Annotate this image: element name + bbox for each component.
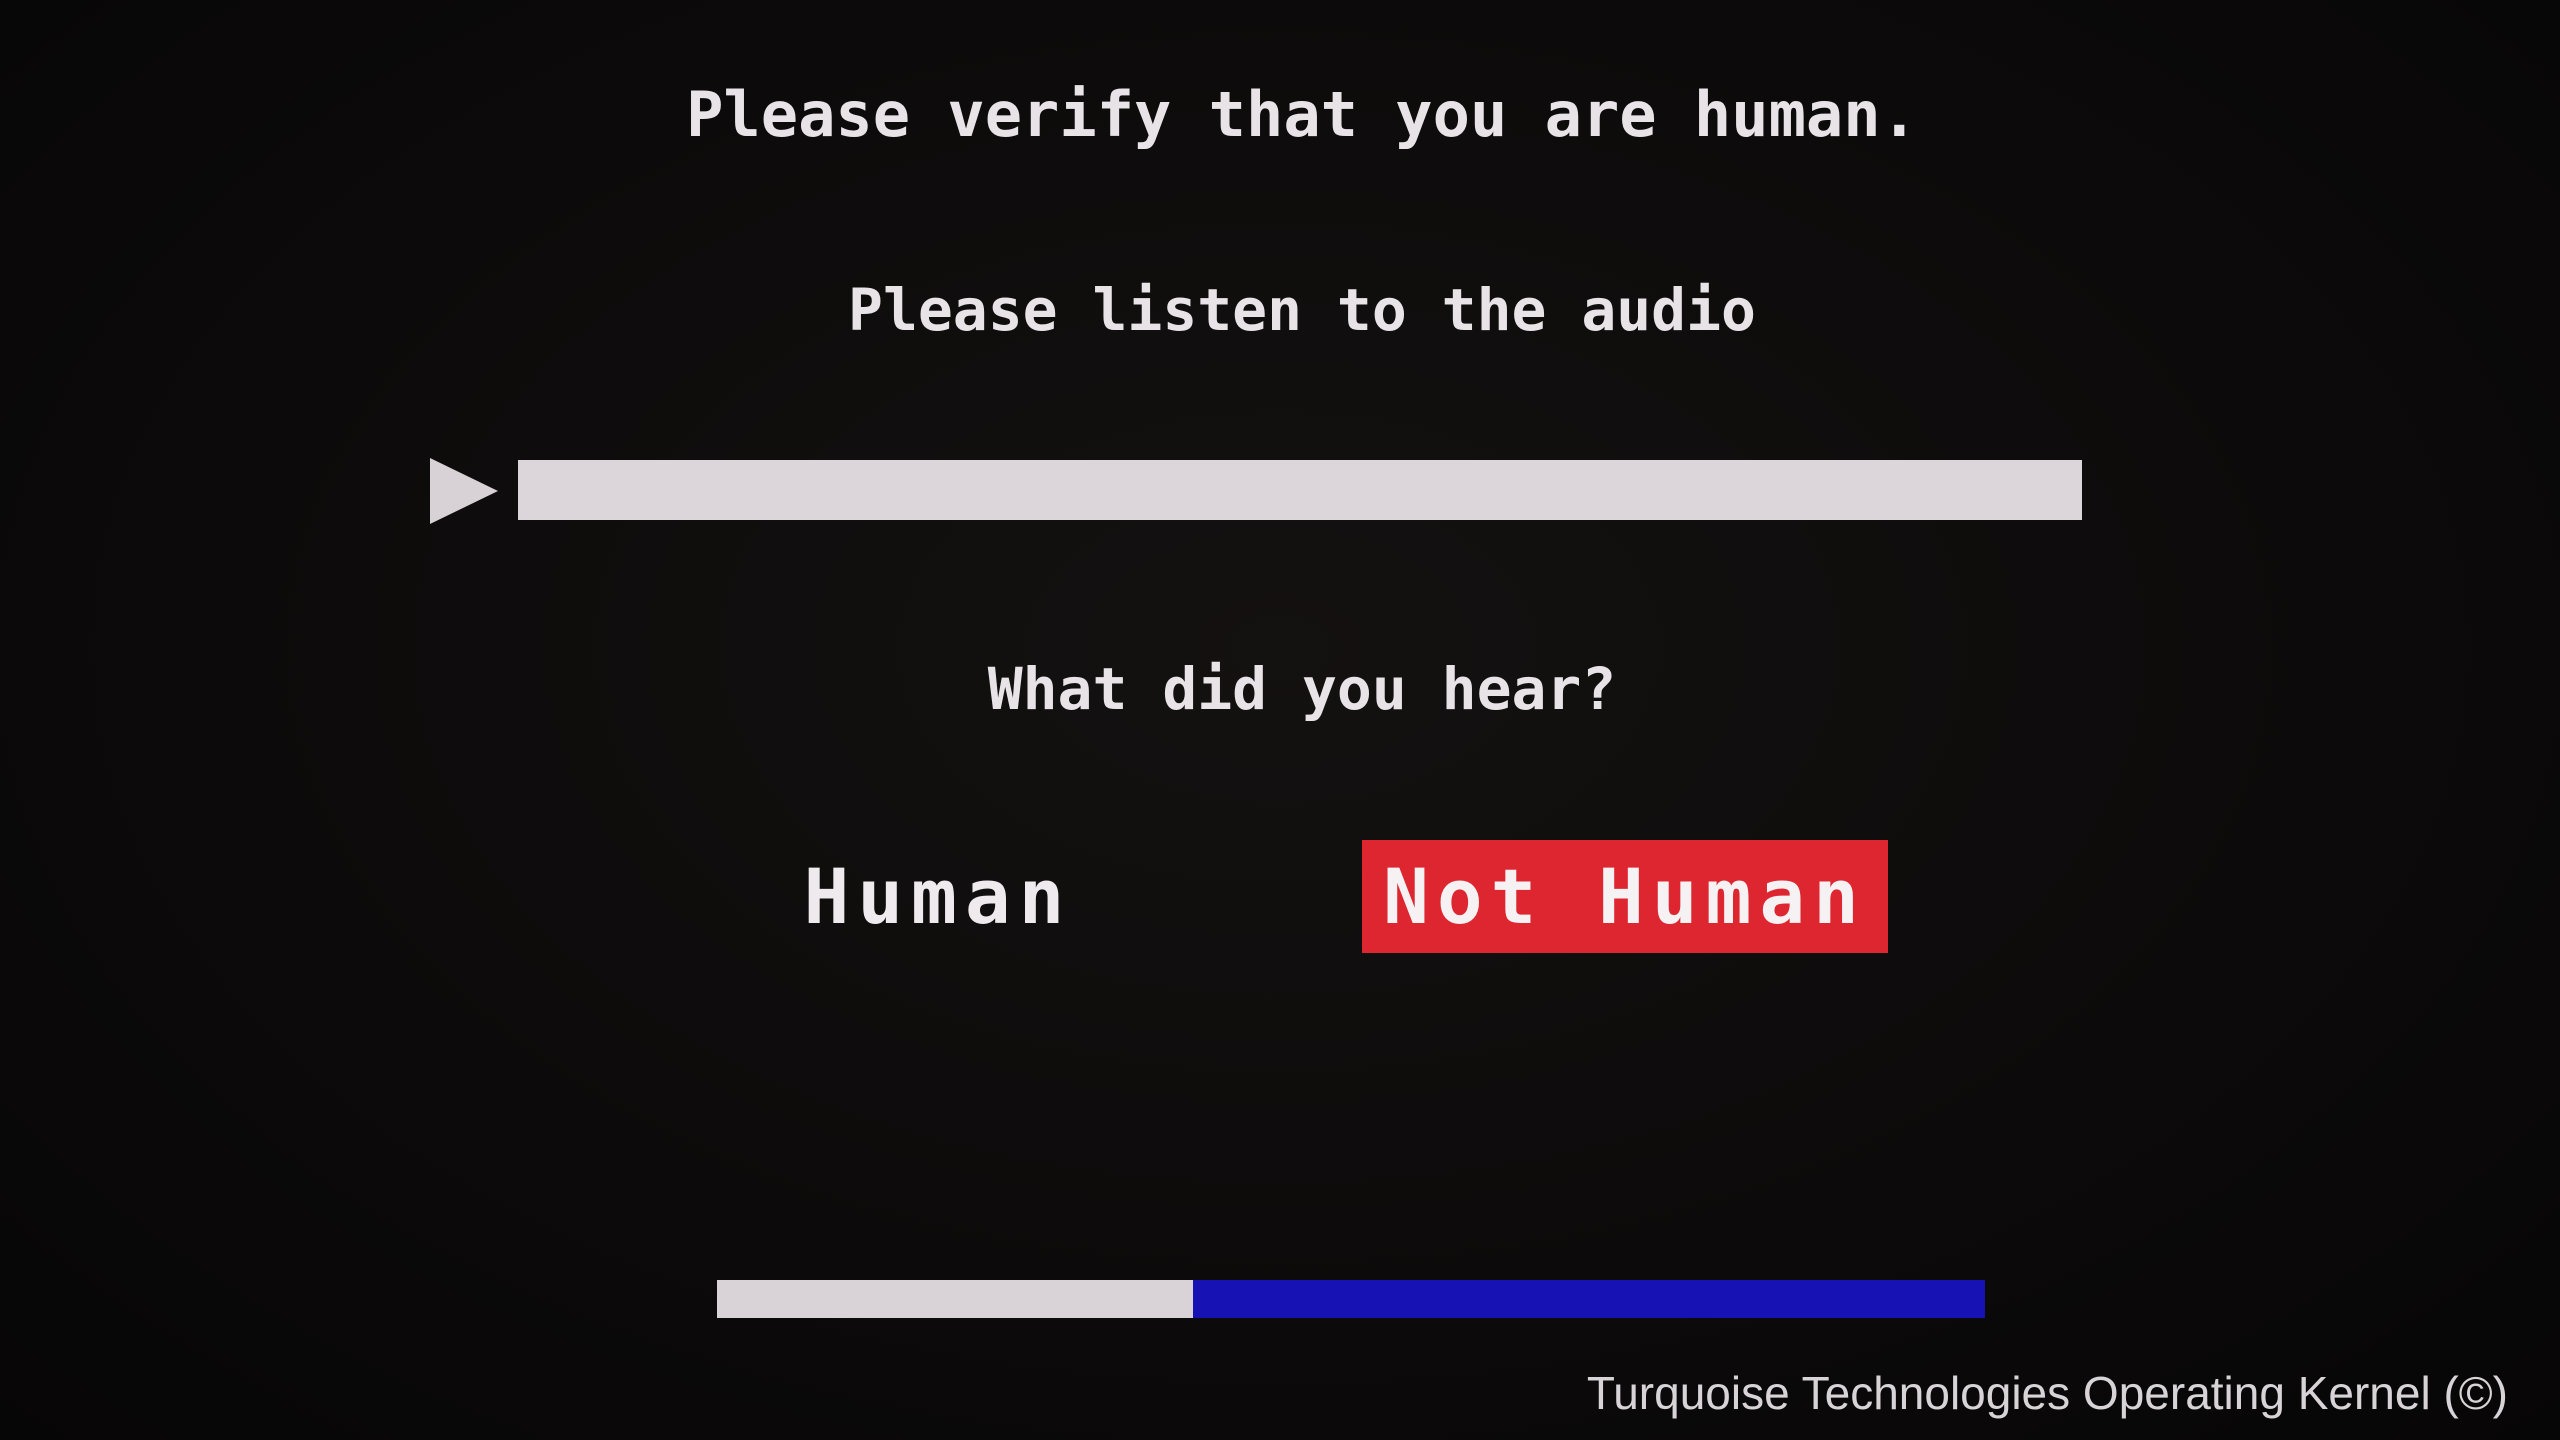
audio-progress-fill [518, 460, 2082, 520]
verification-progress-fill [717, 1280, 1193, 1318]
not-human-answer-button[interactable]: Not Human [1362, 840, 1888, 953]
question-text: What did you hear? [987, 655, 1617, 723]
audio-progress-bar[interactable] [518, 460, 2082, 520]
footer-copyright: Turquoise Technologies Operating Kernel … [1586, 1367, 2508, 1419]
human-answer-button[interactable]: Human [770, 840, 1106, 953]
captcha-screen: Please verify that you are human. Please… [0, 0, 2560, 1440]
audio-prompt: Please listen to the audio [848, 276, 1756, 344]
verification-title: Please verify that you are human. [686, 78, 1918, 151]
play-button[interactable] [428, 456, 500, 526]
play-icon [430, 458, 498, 524]
verification-progress-bar [717, 1280, 1985, 1318]
